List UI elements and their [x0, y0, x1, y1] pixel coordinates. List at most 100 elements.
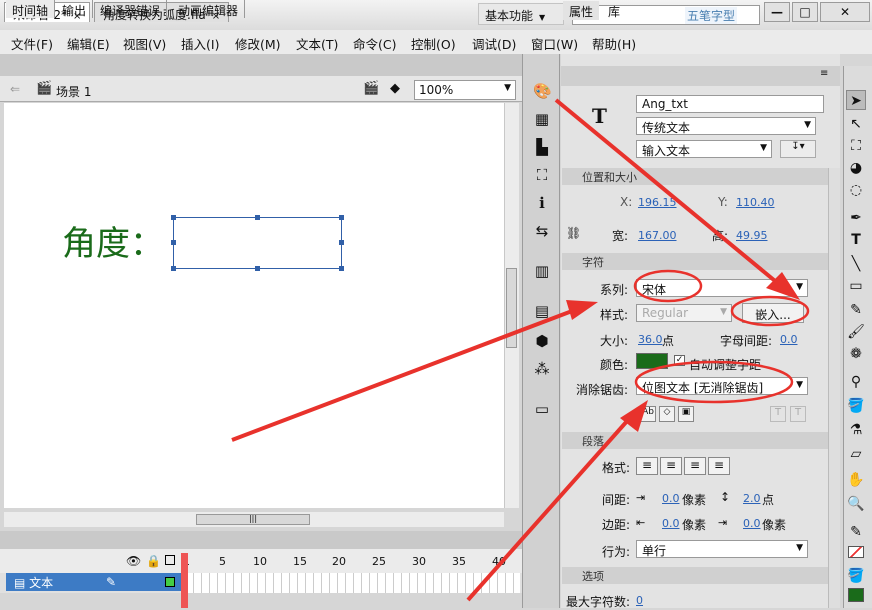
outline-icon[interactable]: [165, 555, 175, 565]
input-textfield[interactable]: [173, 217, 342, 269]
brush-tool-icon[interactable]: 🖌: [846, 322, 866, 342]
menu-commands[interactable]: 命令(C): [353, 34, 396, 53]
width-value[interactable]: 167.00: [638, 229, 677, 242]
resize-handle[interactable]: [339, 266, 344, 271]
layer-text[interactable]: ▤ 文本: [6, 573, 182, 591]
align-right-icon[interactable]: ≡: [684, 457, 706, 475]
tab-motion-editor[interactable]: 动画编辑器: [172, 0, 246, 18]
resize-handle[interactable]: [171, 266, 176, 271]
resize-handle[interactable]: [171, 215, 176, 220]
swatches-icon[interactable]: ▦: [533, 110, 551, 128]
line-tool-icon[interactable]: ╲: [846, 254, 866, 274]
frame-ruler[interactable]: 1 5 10 15 20 25 30 35 40: [182, 555, 522, 569]
resize-handle[interactable]: [255, 215, 260, 220]
bone-tool-icon[interactable]: ⚲: [846, 372, 866, 392]
indent-value[interactable]: 0.0: [662, 492, 680, 505]
text-type-select[interactable]: 输入文本 ▼: [636, 140, 772, 158]
movie-explorer-icon[interactable]: ▭: [533, 400, 551, 418]
stroke-color-icon[interactable]: ✎: [846, 522, 866, 542]
library-icon[interactable]: ▥: [533, 262, 551, 280]
menu-insert[interactable]: 插入(I): [181, 34, 219, 53]
eyedropper-icon[interactable]: ⚗: [846, 420, 866, 440]
maximize-button[interactable]: □: [792, 2, 818, 22]
render-html-icon[interactable]: ◇: [659, 406, 675, 422]
x-value[interactable]: 196.15: [638, 196, 677, 209]
line-spacing-value[interactable]: 2.0: [743, 492, 761, 505]
superscript-icon[interactable]: T: [770, 406, 786, 422]
resize-handle[interactable]: [171, 240, 176, 245]
stage-canvas[interactable]: [4, 103, 504, 508]
y-value[interactable]: 110.40: [736, 196, 775, 209]
zoom-select[interactable]: 100% ▼: [414, 80, 516, 100]
resize-handle[interactable]: [339, 215, 344, 220]
menu-file[interactable]: 文件(F): [11, 34, 53, 53]
close-button[interactable]: ✕: [820, 2, 870, 22]
horizontal-scroll-thumb[interactable]: |||: [196, 514, 310, 525]
components-icon[interactable]: ⬢: [533, 332, 551, 350]
menu-edit[interactable]: 编辑(E): [67, 34, 110, 53]
layer-color-icon[interactable]: [165, 577, 175, 587]
height-value[interactable]: 49.95: [736, 229, 768, 242]
eraser-icon[interactable]: ▱: [846, 444, 866, 464]
menu-control[interactable]: 控制(O): [411, 34, 456, 53]
auto-kern-checkbox[interactable]: ✓: [674, 355, 685, 366]
motion-presets-icon[interactable]: ⁂: [533, 360, 551, 378]
left-margin-value[interactable]: 0.0: [662, 517, 680, 530]
lock-aspect-icon[interactable]: ⛓: [566, 226, 581, 240]
section-character[interactable]: 字符: [562, 253, 828, 270]
eye-icon[interactable]: 👁: [126, 554, 141, 568]
align-center-icon[interactable]: ≡: [660, 457, 682, 475]
deco-tool-icon[interactable]: ❁: [846, 344, 866, 364]
selection-tool-icon[interactable]: ➤: [846, 90, 866, 110]
minimize-button[interactable]: —: [764, 2, 790, 22]
resize-handle[interactable]: [339, 240, 344, 245]
font-family-select[interactable]: 宋体 ▼: [636, 279, 808, 297]
embed-button[interactable]: 嵌入...: [742, 303, 804, 323]
resize-handle[interactable]: [255, 266, 260, 271]
paint-bucket-icon[interactable]: 🪣: [846, 396, 866, 416]
zoom-tool-icon[interactable]: 🔍: [846, 494, 866, 514]
menu-modify[interactable]: 修改(M): [235, 34, 281, 53]
pencil-tool-icon[interactable]: ✎: [846, 300, 866, 320]
free-transform-icon[interactable]: ⛶: [846, 136, 866, 156]
subscript-icon[interactable]: T: [790, 406, 806, 422]
properties-scrollbar[interactable]: [828, 168, 840, 608]
right-margin-value[interactable]: 0.0: [743, 517, 761, 530]
subselection-tool-icon[interactable]: ↖: [846, 114, 866, 134]
edit-symbol-icon[interactable]: ◆: [390, 81, 400, 96]
lasso-icon[interactable]: ◌: [846, 180, 866, 200]
tab-output[interactable]: 输出: [56, 0, 94, 18]
tab-timeline[interactable]: 时间轴: [6, 0, 56, 18]
back-arrow-icon[interactable]: ⇐: [10, 82, 20, 96]
actions-icon[interactable]: ▤: [533, 302, 551, 320]
text-engine-select[interactable]: 传统文本 ▼: [636, 117, 816, 135]
hand-tool-icon[interactable]: ✋: [846, 470, 866, 490]
section-paragraph[interactable]: 段落: [562, 432, 828, 449]
workspace-dropdown[interactable]: 基本功能 ▼: [478, 3, 564, 25]
lock-icon[interactable]: 🔒: [146, 554, 161, 568]
font-style-select[interactable]: Regular ▼: [636, 304, 732, 322]
menu-window[interactable]: 窗口(W): [531, 34, 578, 53]
fill-color-icon[interactable]: 🪣: [846, 566, 866, 586]
show-border-icon[interactable]: ▣: [678, 406, 694, 422]
menu-text[interactable]: 文本(T): [296, 34, 338, 53]
section-position-size[interactable]: 位置和大小: [562, 168, 828, 185]
section-options[interactable]: 选项: [562, 567, 828, 584]
stage-angle-label[interactable]: 角度：: [62, 216, 164, 265]
panel-menu-icon[interactable]: ≡: [820, 68, 828, 79]
frame-grid[interactable]: [186, 573, 520, 593]
tab-properties[interactable]: 属性: [563, 1, 600, 20]
edit-scene-icon[interactable]: 🎬: [363, 81, 379, 96]
search-input[interactable]: ⚲五笔字型: [572, 5, 760, 25]
stroke-swatch[interactable]: [848, 546, 864, 558]
align-icon[interactable]: ▙: [533, 138, 551, 156]
info-icon[interactable]: ℹ: [533, 194, 551, 212]
orientation-button[interactable]: ↧▾: [780, 140, 816, 158]
history-icon[interactable]: ⇆: [533, 222, 551, 240]
fill-swatch[interactable]: [848, 588, 864, 602]
tab-library[interactable]: 库: [602, 1, 626, 20]
pen-tool-icon[interactable]: ✒: [846, 208, 866, 228]
menu-view[interactable]: 视图(V): [123, 34, 166, 53]
transform-icon[interactable]: ⛶: [533, 166, 551, 184]
behavior-select[interactable]: 单行 ▼: [636, 540, 808, 558]
